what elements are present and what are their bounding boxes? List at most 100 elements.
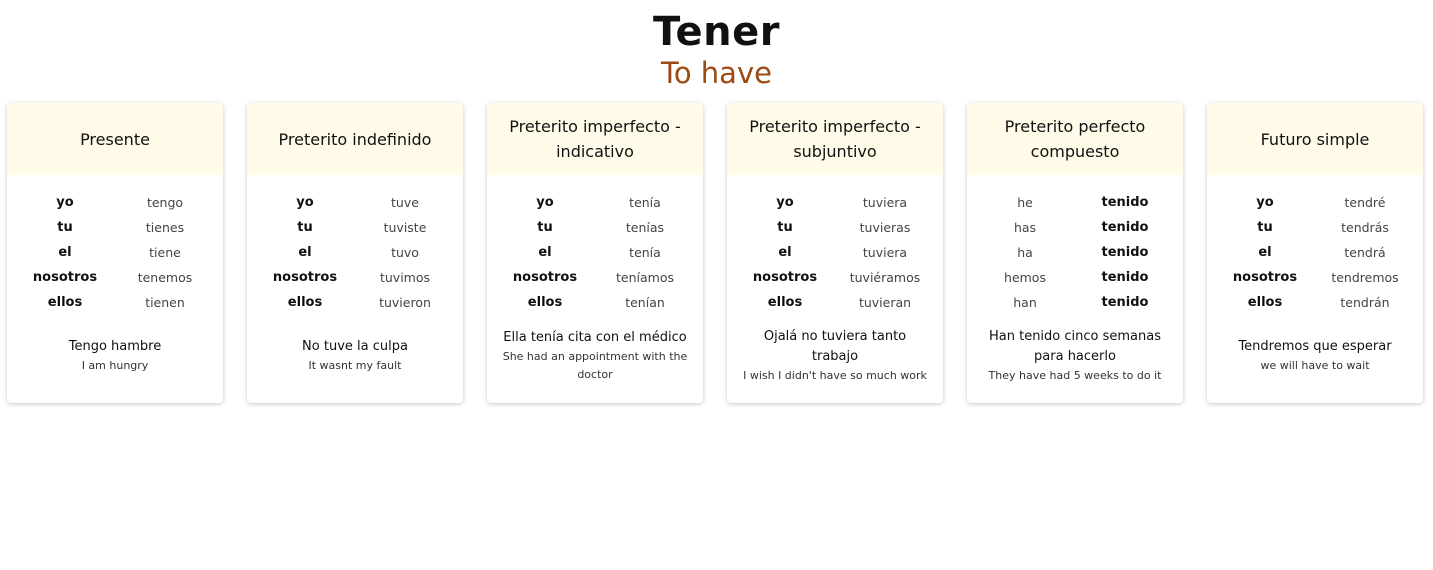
example-spanish: No tuve la culpa <box>302 339 408 354</box>
pronoun-cell: tu <box>777 220 793 235</box>
example-spanish: Ojalá no tuviera tanto trabajo <box>763 329 907 364</box>
example-block: Ella tenía cita con el médico She had an … <box>487 319 703 403</box>
verb-form-cell: tenido <box>1101 270 1149 285</box>
page-title: Tener <box>653 9 780 55</box>
verb-form-cell: tuvieron <box>379 295 431 310</box>
pronoun-cell: he <box>1017 195 1033 210</box>
pronoun-cell: nosotros <box>32 270 98 285</box>
pronoun-cell: nosotros <box>1232 270 1298 285</box>
verb-form-cell: tuviera <box>862 245 908 260</box>
pronoun-cell: nosotros <box>752 270 818 285</box>
page-subtitle: To have <box>661 56 772 90</box>
verb-form-cell: tuve <box>391 195 419 210</box>
example-spanish: Tengo hambre <box>68 339 162 354</box>
verb-form-cell: tuviera <box>862 195 908 210</box>
verb-form-cell: tenemos <box>137 270 193 285</box>
page-header: Tener To have <box>0 0 1433 90</box>
verb-form-cell: tendrán <box>1340 295 1390 310</box>
tense-title: Futuro simple <box>1207 103 1423 175</box>
pronoun-cell: ellos <box>767 295 803 310</box>
verb-form-cell: tuvo <box>391 245 419 260</box>
example-block: No tuve la culpa It wasnt my fault <box>247 319 463 403</box>
pronoun-cell: el <box>298 245 312 260</box>
tense-card: Preterito imperfecto - subjuntivo yo tuvie… <box>727 103 943 403</box>
pronoun-cell: ellos <box>527 295 563 310</box>
tense-title: Preterito indefinido <box>247 103 463 175</box>
verb-form-cell: tengo <box>146 195 184 210</box>
pronoun-cell: el <box>1258 245 1272 260</box>
pronoun-cell: el <box>778 245 792 260</box>
verb-form-cell: tiene <box>149 245 181 260</box>
pronoun-cell: ha <box>1017 245 1033 260</box>
verb-form-cell: tuvimos <box>379 270 431 285</box>
pronoun-cell: yo <box>536 195 554 210</box>
verb-form-cell: tendremos <box>1331 270 1399 285</box>
example-spanish: Ella tenía cita con el médico <box>503 330 687 345</box>
verb-form-cell: tenido <box>1101 220 1149 235</box>
pronoun-cell: ellos <box>47 295 83 310</box>
pronoun-cell: tu <box>537 220 553 235</box>
conjugation-table: yo tendré tu tendrás el tendrá nosotros tendrem… <box>1207 175 1423 313</box>
tense-title: Preterito imperfecto - indicativo <box>487 103 703 175</box>
pronoun-cell: el <box>58 245 72 260</box>
pronoun-cell: yo <box>776 195 794 210</box>
tense-cards: Presente yo tengo tu tienes el tiene nosotros te… <box>7 103 1423 403</box>
example-english: I wish I didn't have so much work <box>743 369 927 382</box>
verb-form-cell: tuvieran <box>858 295 912 310</box>
verb-form-cell: tienes <box>145 220 185 235</box>
verb-form-cell: teníamos <box>616 270 674 285</box>
pronoun-cell: hemos <box>1004 270 1046 285</box>
verb-form-cell: tenido <box>1101 245 1149 260</box>
pronoun-cell: han <box>1013 295 1037 310</box>
example-english: I am hungry <box>81 359 149 372</box>
pronoun-cell: tu <box>1257 220 1273 235</box>
example-block: Tendremos que esperar we will have to wai… <box>1207 319 1423 403</box>
tense-card: Preterito imperfecto - indicativo yo tenía… <box>487 103 703 403</box>
pronoun-cell: el <box>538 245 552 260</box>
example-english: we will have to wait <box>1260 359 1370 372</box>
pronoun-cell: yo <box>1256 195 1274 210</box>
pronoun-cell: nosotros <box>512 270 578 285</box>
verb-form-cell: tenías <box>625 220 665 235</box>
pronoun-cell: has <box>1013 220 1037 235</box>
example-english: She had an appointment with the doctor <box>502 350 688 381</box>
tense-card: Presente yo tengo tu tienes el tiene nosotros te… <box>7 103 223 403</box>
tense-card: Preterito indefinido yo tuve tu tuviste el tuv… <box>247 103 463 403</box>
verb-form-cell: tienen <box>145 295 185 310</box>
pronoun-cell: ellos <box>1247 295 1283 310</box>
verb-form-cell: tenido <box>1101 295 1149 310</box>
example-english: They have had 5 weeks to do it <box>988 369 1162 382</box>
conjugation-table: he tenido has tenido ha tenido hemos tenido han t… <box>967 175 1183 313</box>
example-spanish: Han tenido cinco semanas para hacerlo <box>988 329 1161 364</box>
pronoun-cell: yo <box>56 195 74 210</box>
verb-form-cell: tendrá <box>1344 245 1386 260</box>
conjugation-table: yo tuviera tu tuvieras el tuviera nosotros tuvi… <box>727 175 943 313</box>
pronoun-cell: tu <box>57 220 73 235</box>
verb-form-cell: tendré <box>1344 195 1386 210</box>
verb-form-cell: tenía <box>629 195 661 210</box>
verb-form-cell: tuvieras <box>859 220 911 235</box>
verb-form-cell: tuviste <box>383 220 427 235</box>
pronoun-cell: yo <box>296 195 314 210</box>
example-block: Tengo hambre I am hungry <box>7 319 223 403</box>
pronoun-cell: tu <box>297 220 313 235</box>
verb-form-cell: tenía <box>629 245 661 260</box>
pronoun-cell: nosotros <box>272 270 338 285</box>
tense-title: Preterito perfecto compuesto <box>967 103 1183 175</box>
example-block: Ojalá no tuviera tanto trabajo I wish I d… <box>727 319 943 403</box>
verb-form-cell: tenían <box>625 295 665 310</box>
tense-card: Futuro simple yo tendré tu tendrás el tendrá no… <box>1207 103 1423 403</box>
verb-form-cell: tenido <box>1101 195 1149 210</box>
tense-card: Preterito perfecto compuesto he tenido has t… <box>967 103 1183 403</box>
tense-title: Presente <box>7 103 223 175</box>
tense-title: Preterito imperfecto - subjuntivo <box>727 103 943 175</box>
verb-form-cell: tuviéramos <box>849 270 921 285</box>
example-block: Han tenido cinco semanas para hacerlo The… <box>967 319 1183 403</box>
example-english: It wasnt my fault <box>308 359 402 372</box>
conjugation-table: yo tuve tu tuviste el tuvo nosotros tuvimos ello… <box>247 175 463 313</box>
verb-form-cell: tendrás <box>1341 220 1389 235</box>
example-spanish: Tendremos que esperar <box>1238 339 1392 354</box>
conjugation-table: yo tenía tu tenías el tenía nosotros teníamos el… <box>487 175 703 313</box>
pronoun-cell: ellos <box>287 295 323 310</box>
conjugation-table: yo tengo tu tienes el tiene nosotros tenemos ell… <box>7 175 223 313</box>
